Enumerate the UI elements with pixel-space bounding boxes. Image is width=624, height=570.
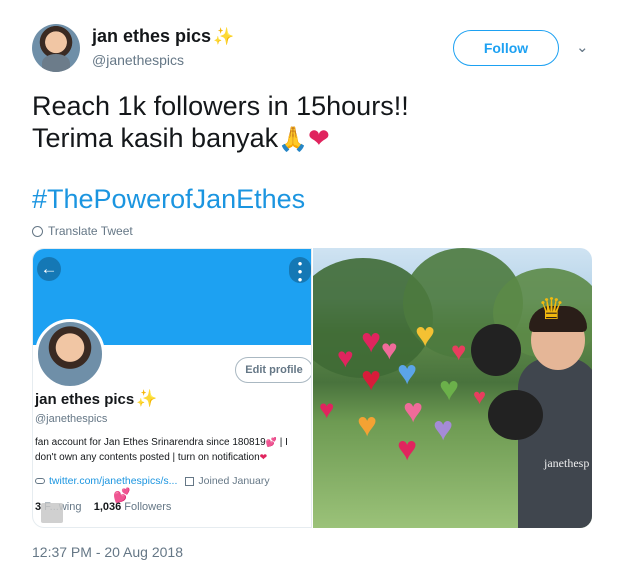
profile-name-text: jan ethes pics [35, 391, 135, 408]
calendar-icon [185, 476, 195, 486]
overlay-sticker [41, 503, 63, 523]
author-name-text[interactable]: jan ethes pics [92, 26, 211, 46]
heart-icon: ♥ [439, 370, 460, 408]
profile-link: twitter.com/janethespics/s... [49, 475, 178, 487]
boxing-glove [471, 324, 521, 376]
heart-icon: ♥ [397, 430, 418, 468]
tweet-author-handle[interactable]: @janethespics [92, 52, 184, 68]
edit-profile-button: Edit profile [235, 357, 311, 383]
hearts-icon: 💕 [265, 437, 277, 447]
sparkle-icon: ✨ [136, 389, 158, 408]
translate-label[interactable]: Translate Tweet [48, 224, 133, 238]
bio-text-1: fan account for Jan Ethes Srinarendra si… [35, 437, 266, 448]
tweet-line-2: Terima kasih banyak🙏❤ [32, 122, 409, 156]
heart-icon: ♥ [403, 392, 424, 430]
tweet-timestamp[interactable]: 12:37 PM - 20 Aug 2018 [32, 544, 183, 560]
heart-icon: ♥ [397, 354, 418, 392]
heart-icon: ♥ [451, 336, 467, 366]
kid-body [518, 358, 592, 528]
tweet-author-avatar[interactable] [32, 24, 80, 72]
media-image-profile-screenshot[interactable]: ← • • • Edit profile jan ethes pics ✨ @jane… [32, 248, 312, 528]
heart-icon: ♥ [337, 342, 354, 373]
heart-icon: ♥ [433, 410, 454, 448]
back-arrow-icon: ← [37, 257, 61, 281]
hashtag-link[interactable]: #ThePowerofJanEthes [32, 184, 305, 215]
globe-icon [32, 225, 43, 237]
heart-icon: ♥ [361, 322, 382, 360]
more-options-icon: • • • [289, 257, 311, 286]
overlay-hearts-icon: 💕 [113, 487, 131, 503]
watermark: janethesp [544, 456, 590, 470]
profile-avatar [35, 319, 105, 389]
translate-tweet-link[interactable]: Translate Tweet [32, 224, 133, 238]
profile-meta-row: twitter.com/janethespics/s... Joined Jan… [35, 475, 270, 487]
profile-handle: @janethespics [35, 413, 108, 425]
boxing-glove [488, 390, 543, 440]
tweet-text: Reach 1k followers in 15hours!! Terima k… [32, 90, 409, 156]
heart-icon: ♥ [361, 360, 382, 398]
tweet-line-1: Reach 1k followers in 15hours!! [32, 91, 409, 121]
profile-bio: fan account for Jan Ethes Srinarendra si… [35, 435, 311, 465]
crown-icon: ♛ [538, 293, 565, 326]
heart-icon: ❤ [259, 452, 268, 462]
chevron-down-icon[interactable]: ⌄ [576, 38, 589, 56]
joined-date: Joined January [198, 475, 270, 487]
pray-icon: 🙏 [278, 126, 309, 153]
tweet-author-name[interactable]: jan ethes pics ✨ [92, 26, 234, 47]
media-image-photo[interactable]: ♛ janethesp ♥ ♥ ♥ ♥ ♥ ♥ ♥ ♥ ♥ ♥ ♥ ♥ ♥ ♥ [313, 248, 592, 528]
heart-icon: ♥ [473, 384, 487, 409]
tweet-line-2-text: Terima kasih banyak [32, 123, 279, 153]
follow-button[interactable]: Follow [453, 30, 559, 66]
heart-icon: ♥ [357, 406, 378, 444]
heart-icon: ♥ [381, 334, 398, 365]
profile-name: jan ethes pics ✨ [35, 389, 157, 409]
heart-icon: ♥ [415, 316, 436, 354]
heart-icon: ♥ [319, 394, 335, 424]
link-icon [35, 478, 45, 484]
heart-icon: ❤ [308, 123, 330, 153]
sparkle-icon: ✨ [213, 27, 235, 46]
